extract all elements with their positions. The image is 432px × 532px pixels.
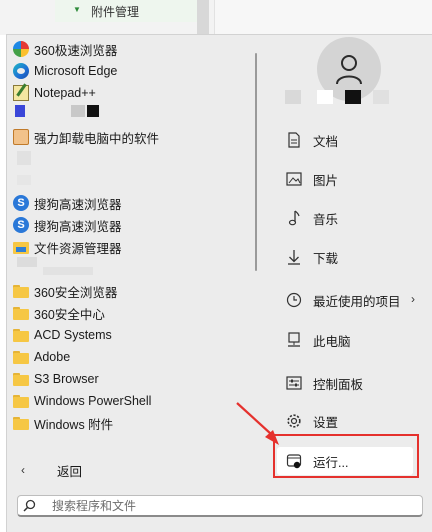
app-label: ACD Systems (34, 328, 112, 342)
expand-triangle-icon: ▼ (73, 5, 81, 14)
redacted-icon (15, 105, 25, 117)
app-label: Windows PowerShell (34, 394, 152, 408)
program-list-scrollbar[interactable] (255, 53, 257, 271)
notepad-plus-plus-icon (13, 85, 29, 101)
redacted-username (373, 90, 389, 104)
right-item-downloads[interactable]: 下载 (277, 244, 427, 270)
user-avatar-icon (336, 55, 362, 85)
app-item-folder-360-safe-center[interactable]: 360安全中心 (13, 302, 249, 324)
right-item-settings[interactable]: 设置 (277, 408, 427, 434)
settings-gear-icon (285, 412, 303, 430)
app-item-sogou-browser[interactable]: S 搜狗高速浏览器 (13, 192, 249, 214)
app-item-folder-windows-powershell[interactable]: Windows PowerShell (13, 390, 249, 412)
right-item-pictures[interactable]: 图片 (277, 166, 427, 192)
app-item-360-browser[interactable]: 360极速浏览器 (13, 38, 249, 60)
run-icon (285, 452, 303, 470)
app-item-folder-acd-systems[interactable]: ACD Systems (13, 324, 249, 346)
folder-icon (13, 371, 29, 387)
sogou-browser-icon: S (13, 217, 29, 233)
program-list: 360极速浏览器 Microsoft Edge Notepad++ 强力卸载电脑… (7, 35, 257, 465)
search-input[interactable] (50, 497, 414, 514)
computer-icon (285, 331, 303, 349)
red-arrow-icon (236, 402, 279, 445)
folder-icon (13, 283, 29, 299)
right-item-label: 文档 (313, 134, 339, 149)
360-browser-icon (13, 41, 29, 57)
folder-icon (13, 393, 29, 409)
right-item-label: 下载 (313, 251, 339, 266)
file-explorer-icon (13, 239, 29, 255)
right-item-control-panel[interactable]: 控制面板 (277, 370, 427, 396)
folder-icon (13, 349, 29, 365)
edge-icon (13, 63, 29, 79)
background-tree-node: ▼ 附件管理 (55, 0, 198, 22)
redacted-block (87, 105, 99, 117)
back-label: 返回 (57, 464, 83, 479)
app-item-notepad-plus-plus[interactable]: Notepad++ (13, 82, 249, 104)
app-label: 搜狗高速浏览器 (34, 219, 122, 234)
right-item-this-pc[interactable]: 此电脑 (277, 327, 427, 353)
app-label: 搜狗高速浏览器 (34, 197, 122, 212)
app-item-uninstaller[interactable]: 强力卸载电脑中的软件 (13, 126, 249, 148)
folder-icon (13, 415, 29, 431)
app-label: 文件资源管理器 (34, 241, 122, 256)
document-icon (285, 131, 303, 149)
app-item-folder-s3-browser[interactable]: S3 Browser (13, 368, 249, 390)
chevron-left-icon: ‹ (21, 463, 25, 477)
run-button[interactable]: 运行... (277, 447, 413, 475)
download-icon (285, 248, 303, 266)
right-item-label: 音乐 (313, 212, 339, 227)
app-label: 强力卸载电脑中的软件 (34, 131, 160, 146)
app-item-file-explorer[interactable]: 文件资源管理器 (13, 236, 249, 258)
right-item-label: 图片 (313, 173, 339, 188)
redacted-username (317, 90, 333, 104)
app-item-folder-windows-accessories[interactable]: Windows 附件 (13, 412, 249, 434)
app-label: Windows 附件 (34, 417, 114, 432)
music-icon (285, 209, 303, 227)
control-panel-icon (285, 374, 303, 392)
search-icon (18, 499, 40, 512)
right-item-label: 此电脑 (313, 334, 351, 349)
redacted-icon (17, 257, 37, 267)
redacted-block (43, 267, 93, 275)
app-label: 360极速浏览器 (34, 43, 118, 58)
recent-clock-icon (285, 291, 303, 309)
background-window-right (214, 0, 432, 35)
folder-icon (13, 305, 29, 321)
app-item-folder-adobe[interactable]: Adobe (13, 346, 249, 368)
redacted-icon (17, 175, 31, 185)
app-label: Microsoft Edge (34, 64, 118, 78)
search-box[interactable] (17, 495, 423, 517)
right-item-label: 最近使用的项目 (313, 294, 401, 309)
tree-node-label: 附件管理 (91, 5, 140, 19)
app-label: S3 Browser (34, 372, 99, 386)
right-item-music[interactable]: 音乐 (277, 205, 427, 231)
redacted-icon (17, 151, 31, 165)
back-button[interactable]: ‹ 返回 (15, 458, 135, 482)
right-item-documents[interactable]: 文档 (277, 127, 427, 153)
app-item-folder-360-safe-browser[interactable]: 360安全浏览器 (13, 280, 249, 302)
run-label: 运行... (313, 455, 349, 470)
submenu-arrow-icon: › (411, 292, 415, 306)
app-item-sogou-browser-2[interactable]: S 搜狗高速浏览器 (13, 214, 249, 236)
app-label: Adobe (34, 350, 71, 364)
app-label: 360安全浏览器 (34, 285, 118, 300)
sogou-browser-icon: S (13, 195, 29, 211)
app-item-edge[interactable]: Microsoft Edge (13, 60, 249, 82)
right-item-label: 控制面板 (313, 377, 364, 392)
start-menu: 360极速浏览器 Microsoft Edge Notepad++ 强力卸载电脑… (6, 34, 432, 532)
background-scrollbar (197, 0, 209, 35)
redacted-username (345, 90, 361, 104)
redacted-block (71, 105, 85, 117)
redacted-username (285, 90, 301, 104)
right-item-label: 设置 (313, 415, 339, 430)
uninstall-icon (13, 129, 29, 145)
folder-icon (13, 327, 29, 343)
right-item-recent[interactable]: 最近使用的项目 › (277, 287, 427, 313)
app-label: Notepad++ (34, 86, 96, 100)
app-label: 360安全中心 (34, 307, 105, 322)
picture-icon (285, 170, 303, 188)
